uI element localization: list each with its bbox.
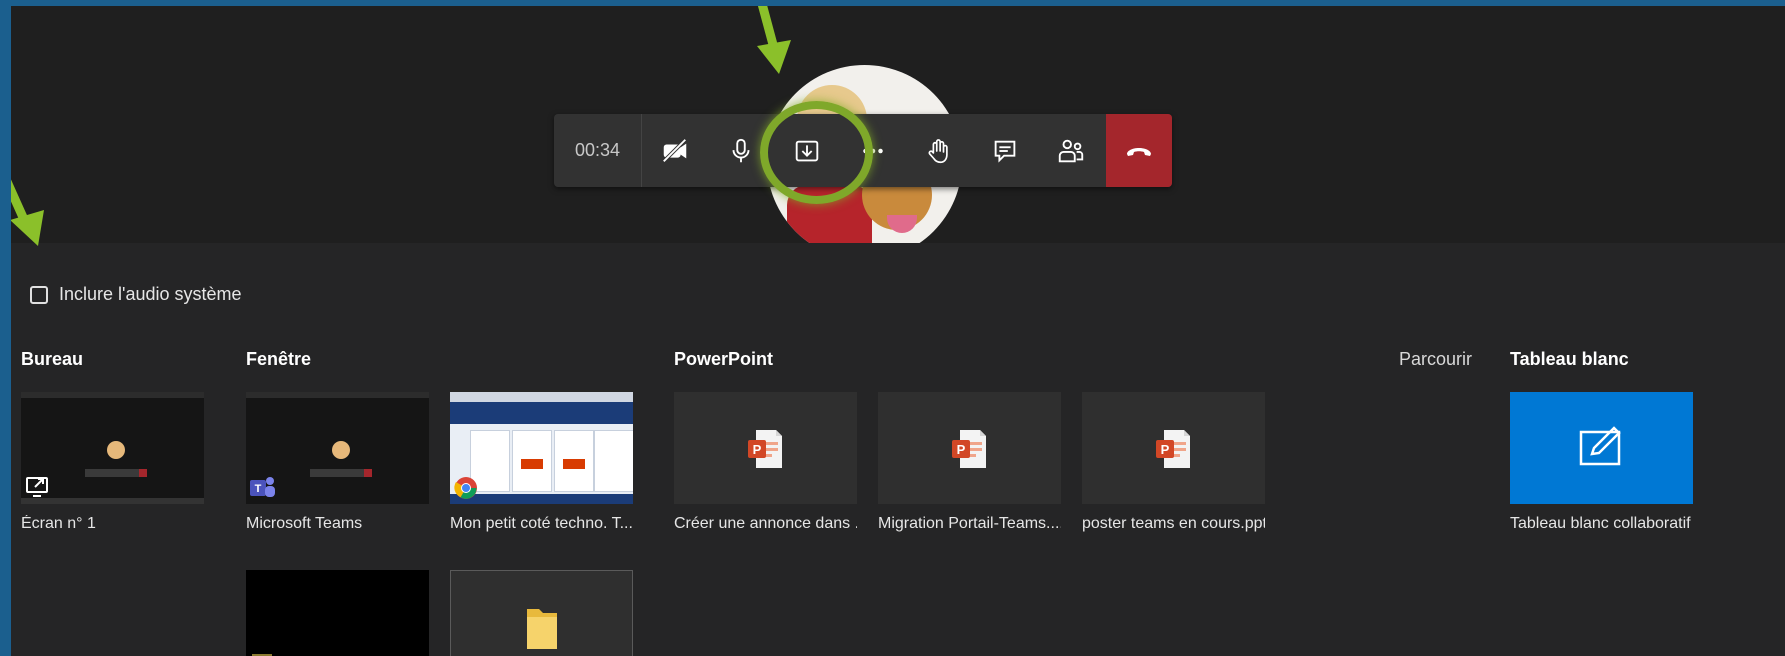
participants-button[interactable]	[1038, 114, 1104, 187]
include-audio-option[interactable]: Inclure l'audio système	[30, 284, 242, 305]
section-desktop-title: Bureau	[21, 349, 84, 369]
powerpoint-file-icon: P	[952, 430, 986, 468]
powerpoint-tile-label: Créer une annonce dans ...	[674, 515, 857, 532]
teams-window: 00:34 Inclure l'audio système Bureau Fen…	[11, 6, 1785, 656]
window-tile-dark[interactable]	[246, 570, 429, 656]
microphone-icon	[732, 138, 750, 162]
svg-text:P: P	[957, 442, 966, 457]
window-tile-label: Microsoft Teams	[246, 515, 363, 532]
camera-off-icon	[662, 137, 687, 163]
svg-text:T: T	[255, 483, 262, 495]
share-content-tray: Inclure l'audio système Bureau Fenêtre P…	[11, 243, 1785, 656]
section-whiteboard-title: Tableau blanc	[1510, 349, 1629, 369]
window-tile-label: Mon petit coté techno. T...	[450, 515, 633, 532]
powerpoint-tile[interactable]: P	[674, 392, 857, 504]
phone-hangup-icon	[1127, 147, 1151, 156]
folder-icon	[527, 609, 557, 649]
chrome-app-icon	[454, 477, 477, 499]
section-window-title: Fenêtre	[246, 349, 312, 369]
window-tile-browser[interactable]	[450, 392, 633, 504]
powerpoint-file-icon: P	[748, 430, 782, 468]
whiteboard-tile[interactable]	[1510, 392, 1693, 504]
whiteboard-tile-label: Tableau blanc collaboratif M	[1510, 515, 1693, 532]
video-stage: 00:34	[11, 6, 1785, 260]
raise-hand-button[interactable]	[906, 114, 972, 187]
include-audio-label: Inclure l'audio système	[59, 284, 242, 304]
call-timer: 00:34	[554, 114, 642, 187]
powerpoint-tile-label: poster teams en cours.pptx	[1082, 515, 1265, 532]
powerpoint-tile[interactable]: P	[1082, 392, 1265, 504]
powerpoint-tile-label: Migration Portail-Teams....	[878, 515, 1061, 532]
screen-tile[interactable]	[21, 392, 204, 504]
camera-off-button[interactable]	[642, 114, 708, 187]
browse-link[interactable]: Parcourir	[1399, 349, 1472, 370]
section-powerpoint-title: PowerPoint	[674, 349, 774, 369]
screen-share-icon	[26, 477, 48, 497]
powerpoint-file-icon: P	[1156, 430, 1190, 468]
svg-text:P: P	[753, 442, 762, 457]
svg-text:P: P	[1161, 442, 1170, 457]
hang-up-button[interactable]	[1106, 114, 1172, 187]
include-audio-checkbox[interactable]	[30, 285, 48, 304]
window-tile-explorer[interactable]	[450, 570, 633, 656]
powerpoint-tile[interactable]: P	[878, 392, 1061, 504]
chat-button[interactable]	[972, 114, 1038, 187]
whiteboard-icon	[1579, 426, 1621, 466]
highlight-circle	[760, 101, 873, 204]
window-tile-teams[interactable]: T	[246, 392, 429, 504]
hand-icon	[928, 138, 948, 163]
screen-tile-label: Écran n° 1	[21, 515, 96, 532]
teams-app-icon: T	[250, 477, 275, 497]
participants-icon	[1058, 139, 1084, 162]
chat-icon	[994, 140, 1016, 163]
